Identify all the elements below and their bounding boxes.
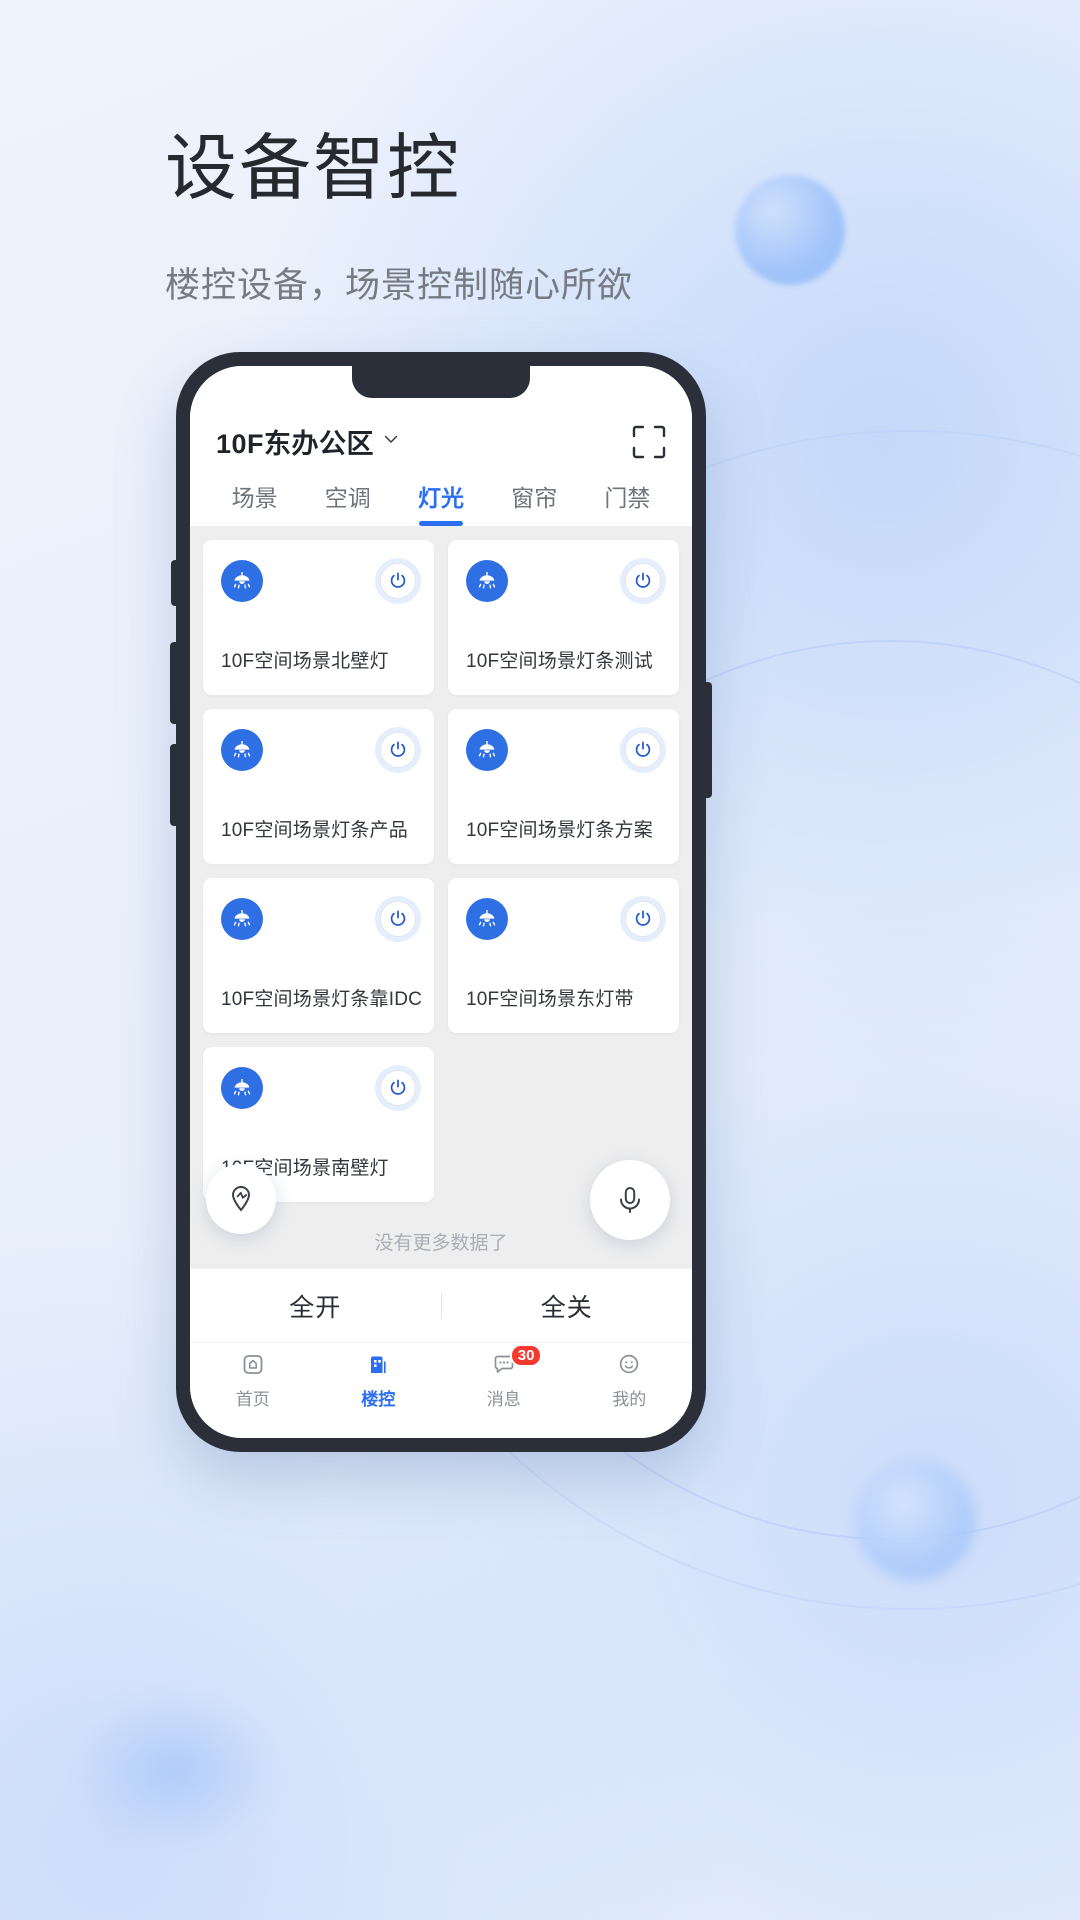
nav-item-building-control[interactable]: 楼控	[316, 1349, 442, 1438]
nav-label-building-control: 楼控	[361, 1390, 396, 1409]
phone-notch	[352, 366, 530, 398]
phone-volume-up-button	[170, 642, 177, 724]
device-name: 10F空间场景北壁灯	[221, 651, 389, 672]
ceiling-lamp-icon	[466, 898, 508, 940]
ceiling-lamp-icon	[221, 898, 263, 940]
location-label: 10F东办公区	[216, 429, 375, 459]
power-icon[interactable]	[380, 901, 416, 937]
tab-light[interactable]: 灯光	[394, 479, 487, 526]
device-card-top	[221, 898, 416, 940]
building-control-icon	[363, 1349, 393, 1379]
all-on-button[interactable]: 全开	[190, 1288, 441, 1324]
device-card-top	[221, 729, 416, 771]
ceiling-lamp-icon	[466, 560, 508, 602]
device-list: 10F空间场景北壁灯 10F空间场景灯条测试 10F空间场景灯条产品 10F空间…	[190, 526, 692, 1268]
power-icon[interactable]	[625, 563, 661, 599]
tab-curtain[interactable]: 窗帘	[488, 479, 581, 526]
device-name: 10F空间场景灯条产品	[221, 820, 408, 841]
nav-label-profile: 我的	[612, 1390, 647, 1409]
chevron-down-icon	[383, 431, 399, 447]
phone-volume-down-button	[170, 744, 177, 826]
phone-mute-switch	[171, 560, 177, 606]
decorative-blob-right	[855, 1460, 975, 1580]
microphone-icon[interactable]	[590, 1160, 670, 1240]
profile-icon	[614, 1349, 644, 1379]
device-card-top	[221, 560, 416, 602]
device-name: 10F空间场景灯条靠IDC	[221, 989, 423, 1010]
ceiling-lamp-icon	[221, 729, 263, 771]
phone-screen: 10F东办公区 场景 空调 灯光 窗帘 门禁 10F空间场景北壁灯 10F空间场…	[190, 366, 692, 1438]
power-icon[interactable]	[380, 1070, 416, 1106]
status-badge: 30	[509, 1344, 543, 1367]
tab-aircon[interactable]: 空调	[301, 479, 394, 526]
device-name: 10F空间场景灯条测试	[466, 651, 653, 672]
nav-label-home: 首页	[235, 1390, 270, 1409]
device-name: 10F空间场景东灯带	[466, 989, 634, 1010]
map-pin-icon[interactable]	[206, 1164, 276, 1234]
device-card-top	[466, 729, 661, 771]
device-card[interactable]: 10F空间场景灯条产品	[203, 709, 434, 864]
device-card-top	[466, 560, 661, 602]
nav-item-home[interactable]: 首页	[190, 1349, 316, 1438]
device-card[interactable]: 10F空间场景灯条方案	[448, 709, 679, 864]
device-card-top	[466, 898, 661, 940]
nav-item-message[interactable]: 30 消息	[441, 1344, 567, 1438]
device-card[interactable]: 10F空间场景东灯带	[448, 878, 679, 1033]
page-title: 设备智控	[165, 129, 462, 209]
location-selector[interactable]: 10F东办公区	[216, 422, 399, 461]
device-card[interactable]: 10F空间场景灯条测试	[448, 540, 679, 695]
all-control-bar: 全开 全关	[190, 1268, 692, 1342]
category-tabs: 场景 空调 灯光 窗帘 门禁	[190, 461, 692, 526]
device-card[interactable]: 10F空间场景北壁灯	[203, 540, 434, 695]
power-icon[interactable]	[380, 563, 416, 599]
device-card[interactable]: 10F空间场景灯条靠IDC	[203, 878, 434, 1033]
scan-code-icon[interactable]	[632, 425, 666, 459]
power-icon[interactable]	[625, 732, 661, 768]
tab-access[interactable]: 门禁	[581, 479, 674, 526]
all-off-button[interactable]: 全关	[442, 1288, 693, 1324]
power-icon[interactable]	[380, 732, 416, 768]
headline-block: 设备智控 楼控设备，场景控制随心所欲	[165, 133, 633, 308]
device-grid: 10F空间场景北壁灯 10F空间场景灯条测试 10F空间场景灯条产品 10F空间…	[190, 526, 692, 1202]
decorative-blob-bottom	[70, 1690, 280, 1850]
nav-label-message: 消息	[486, 1390, 521, 1409]
ceiling-lamp-icon	[221, 560, 263, 602]
ceiling-lamp-icon	[221, 1067, 263, 1109]
power-icon[interactable]	[625, 901, 661, 937]
phone-mockup: 10F东办公区 场景 空调 灯光 窗帘 门禁 10F空间场景北壁灯 10F空间场…	[170, 352, 712, 1452]
device-card-top	[221, 1067, 416, 1109]
nav-item-profile[interactable]: 我的	[567, 1349, 693, 1438]
tab-scene[interactable]: 场景	[208, 479, 301, 526]
decorative-blob-top	[735, 175, 845, 285]
phone-power-button	[705, 682, 712, 798]
ceiling-lamp-icon	[466, 729, 508, 771]
bottom-navigation: 首页 楼控 30 消息 我的	[190, 1342, 692, 1438]
device-name: 10F空间场景灯条方案	[466, 820, 653, 841]
page-subtitle: 楼控设备，场景控制随心所欲	[165, 266, 634, 305]
home-icon	[238, 1349, 268, 1379]
